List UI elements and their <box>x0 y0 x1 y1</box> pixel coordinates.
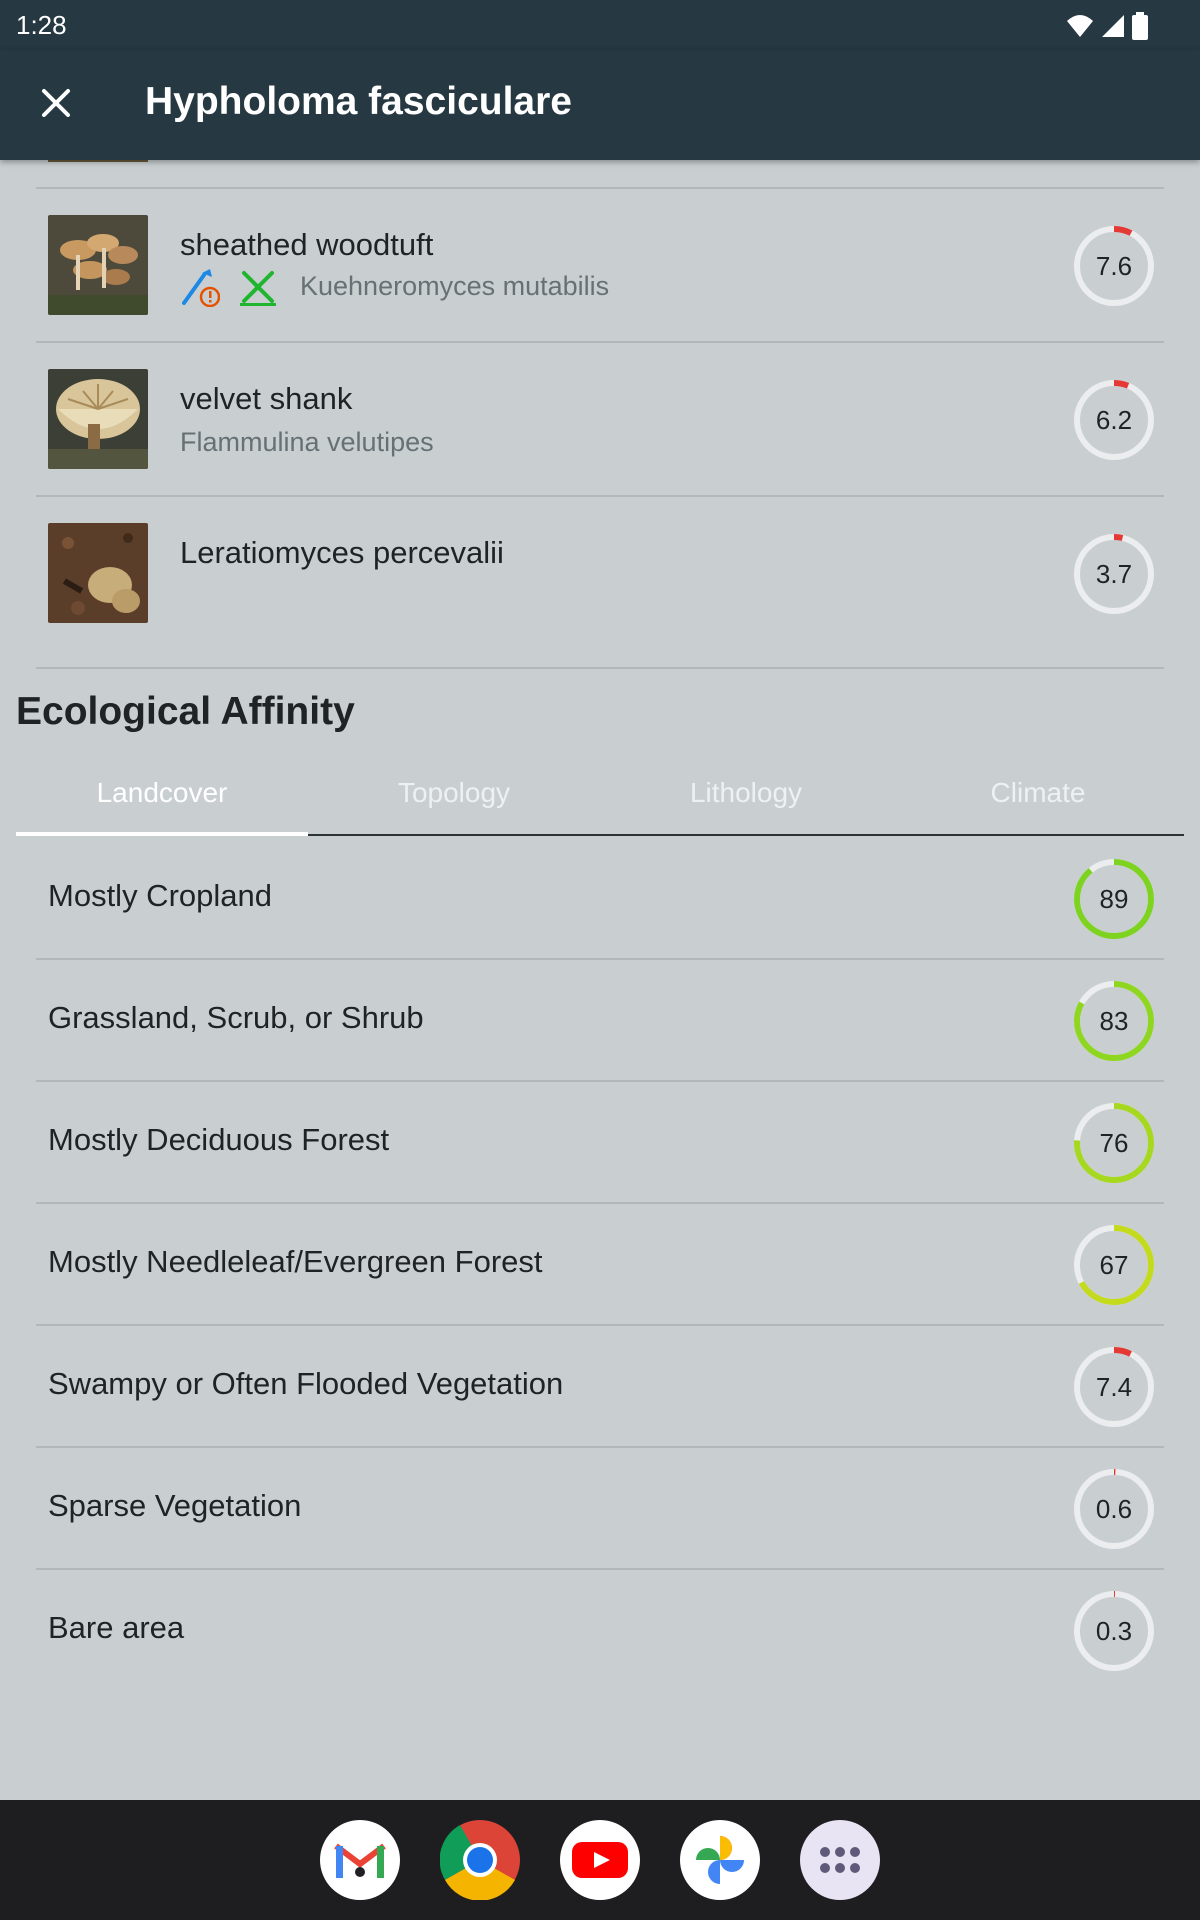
app-bar: Hypholoma fasciculare <box>0 50 1200 160</box>
landcover-label: Mostly Deciduous Forest <box>48 1122 390 1157</box>
close-icon[interactable] <box>36 83 76 123</box>
affinity-score: 0.3 <box>1095 1616 1133 1646</box>
tab-landcover[interactable]: Landcover <box>16 758 308 836</box>
youtube-icon[interactable] <box>560 1820 640 1900</box>
landcover-label: Sparse Vegetation <box>48 1488 302 1523</box>
status-time: 1:28 <box>16 10 67 40</box>
main-content: sheathed woodtuft Kuehneromyces mutabili… <box>0 160 1200 1800</box>
similar-species-row[interactable]: velvet shank Flammulina velutipes 6.2 <box>36 341 1164 495</box>
similarity-ring: 3.7 <box>1072 532 1156 616</box>
similar-species-row[interactable]: Leratiomyces percevalii 3.7 <box>36 495 1164 669</box>
similarity-score: 7.6 <box>1095 251 1133 281</box>
similar-species-row[interactable]: sheathed woodtuft Kuehneromyces mutabili… <box>36 187 1164 341</box>
species-thumbnail <box>48 215 148 315</box>
tab-lithology[interactable]: Lithology <box>600 758 892 836</box>
landcover-row: Mostly Cropland 89 <box>36 838 1164 960</box>
status-bar: 1:28 <box>0 0 1200 50</box>
app-dock <box>320 1820 880 1900</box>
landcover-label: Grassland, Scrub, or Shrub <box>48 1000 424 1035</box>
section-title-ecological-affinity: Ecological Affinity <box>16 690 355 733</box>
edible-icon <box>240 271 276 306</box>
affinity-ring: 7.4 <box>1072 1345 1156 1429</box>
landcover-row: Mostly Deciduous Forest 76 <box>36 1082 1164 1204</box>
species-scientific-name: Flammulina velutipes <box>180 427 434 457</box>
similarity-ring: 6.2 <box>1072 378 1156 462</box>
ecology-tabs: Landcover Topology Lithology Climate <box>16 758 1184 836</box>
affinity-score: 0.6 <box>1095 1494 1133 1524</box>
tab-climate[interactable]: Climate <box>892 758 1184 836</box>
photos-icon[interactable] <box>680 1820 760 1900</box>
species-common-name: velvet shank <box>180 381 353 416</box>
affinity-score: 7.4 <box>1095 1372 1133 1402</box>
wifi-icon <box>1067 15 1093 37</box>
species-common-name: sheathed woodtuft <box>180 227 434 262</box>
landcover-row: Bare area 0.3 <box>36 1570 1164 1692</box>
chrome-icon[interactable] <box>440 1820 520 1900</box>
affinity-score: 83 <box>1099 1006 1129 1036</box>
affinity-ring: 0.3 <box>1072 1589 1156 1673</box>
affinity-ring: 67 <box>1072 1223 1156 1307</box>
previous-thumb-edge <box>48 160 148 162</box>
similarity-score: 6.2 <box>1095 405 1133 435</box>
battery-icon <box>1132 12 1148 40</box>
similarity-score: 3.7 <box>1095 559 1133 589</box>
landcover-label: Mostly Needleleaf/Evergreen Forest <box>48 1244 543 1279</box>
affinity-ring: 76 <box>1072 1101 1156 1185</box>
apps-icon[interactable] <box>800 1820 880 1900</box>
bottom-dock <box>0 1800 1200 1920</box>
similarity-ring: 7.6 <box>1072 224 1156 308</box>
landcover-label: Swampy or Often Flooded Vegetation <box>48 1366 564 1401</box>
landcover-label: Bare area <box>48 1610 185 1645</box>
landcover-row: Grassland, Scrub, or Shrub 83 <box>36 960 1164 1082</box>
landcover-row: Mostly Needleleaf/Evergreen Forest 67 <box>36 1204 1164 1326</box>
status-icons <box>1066 12 1148 40</box>
species-thumbnail <box>48 369 148 469</box>
affinity-ring: 0.6 <box>1072 1467 1156 1551</box>
gmail-icon[interactable] <box>320 1820 400 1900</box>
affinity-score: 89 <box>1099 884 1129 914</box>
species-thumbnail <box>48 523 148 623</box>
page-title: Hypholoma fasciculare <box>145 80 572 123</box>
tab-topology[interactable]: Topology <box>308 758 600 836</box>
signal-icon <box>1102 15 1124 37</box>
landcover-row: Swampy or Often Flooded Vegetation 7.4 <box>36 1326 1164 1448</box>
affinity-score: 76 <box>1099 1128 1129 1158</box>
affinity-ring: 83 <box>1072 979 1156 1063</box>
affinity-ring: 89 <box>1072 857 1156 941</box>
species-common-name: Leratiomyces percevalii <box>180 535 504 570</box>
edible-caution-icon <box>182 269 220 307</box>
edibility-icons <box>180 267 278 307</box>
landcover-label: Mostly Cropland <box>48 878 272 913</box>
affinity-score: 67 <box>1099 1250 1129 1280</box>
species-scientific-name: Kuehneromyces mutabilis <box>300 271 610 301</box>
landcover-row: Sparse Vegetation 0.6 <box>36 1448 1164 1570</box>
